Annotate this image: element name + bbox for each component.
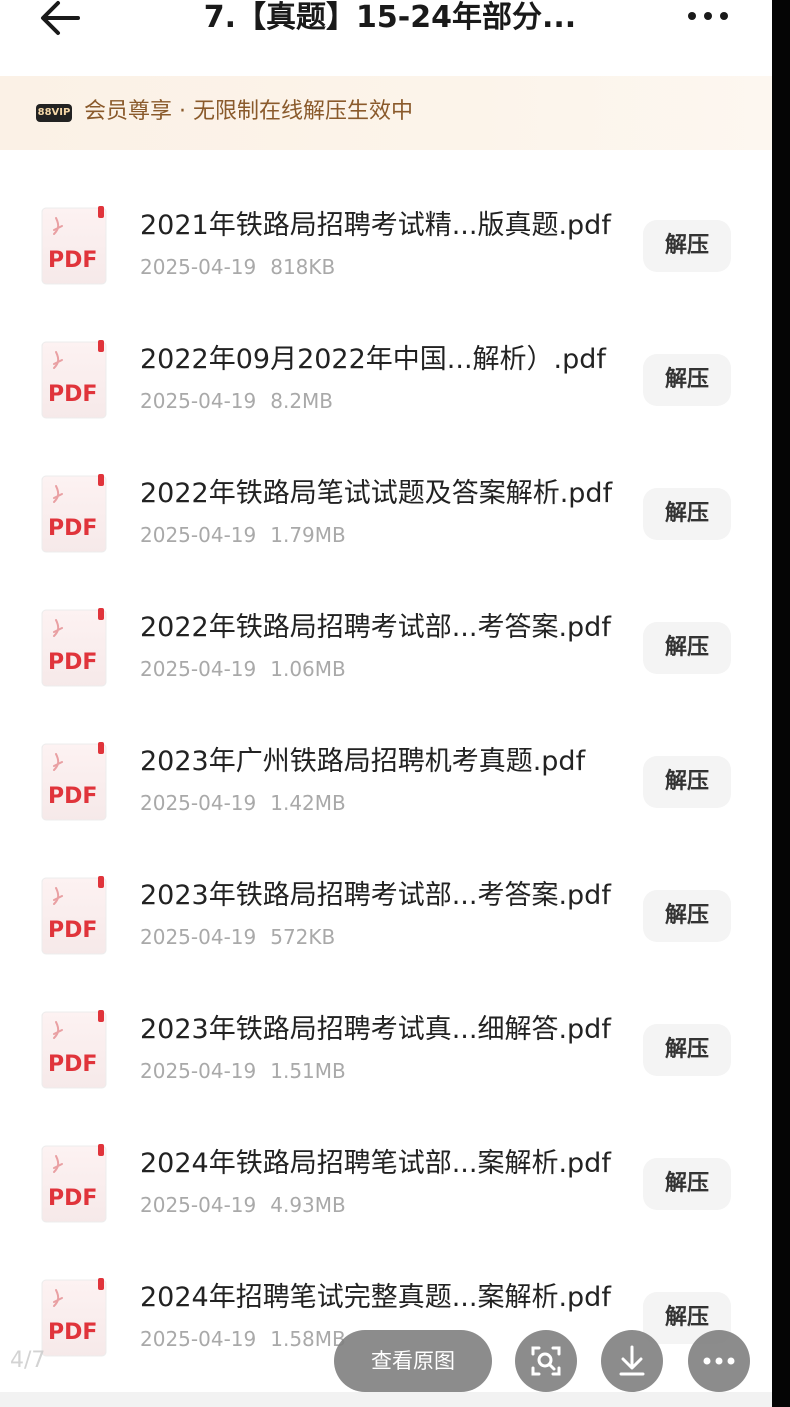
file-name: 2023年铁路局招聘考试真...细解答.pdf (140, 1014, 611, 1045)
file-name: 2022年铁路局招聘考试部...考答案.pdf (140, 612, 611, 643)
file-meta: 2025-04-19 1.58MB (140, 1324, 346, 1354)
file-date: 2025-04-19 (140, 1193, 257, 1217)
file-meta: 2025-04-19 572KB (140, 922, 335, 952)
top-bar: 7.【真题】15-24年部分... (0, 0, 772, 72)
more-button[interactable] (684, 4, 732, 28)
vip-banner: 88VIP 会员尊享 · 无限制在线解压生效中 (0, 76, 772, 150)
scan-button[interactable] (515, 1330, 577, 1392)
file-date: 2025-04-19 (140, 255, 257, 279)
vip-badge: 88VIP (36, 104, 72, 122)
file-size: 1.06MB (270, 657, 346, 681)
file-meta: 2025-04-19 1.06MB (140, 654, 346, 684)
file-list: PDF 2021年铁路局招聘考试精...版真题.pdf 2025-04-19 81… (0, 166, 772, 1372)
app-screen: 7.【真题】15-24年部分... 88VIP 会员尊享 · 无限制在线解压生效… (0, 0, 772, 1407)
unzip-button[interactable]: 解压 (643, 1158, 731, 1210)
pdf-file-icon: PDF (40, 1142, 110, 1224)
file-name: 2021年铁路局招聘考试精...版真题.pdf (140, 210, 611, 241)
pdf-file-icon: PDF (40, 204, 110, 286)
file-size: 1.58MB (270, 1327, 346, 1351)
pdf-label: PDF (48, 1320, 98, 1345)
unzip-button[interactable]: 解压 (643, 220, 731, 272)
pdf-file-icon: PDF (40, 1276, 110, 1358)
file-meta: 2025-04-19 1.42MB (140, 788, 346, 818)
view-original-button[interactable]: 查看原图 (334, 1330, 492, 1392)
page-indicator: 4/7 (10, 1348, 46, 1373)
unzip-button[interactable]: 解压 (643, 622, 731, 674)
file-date: 2025-04-19 (140, 389, 257, 413)
pdf-label: PDF (48, 650, 98, 675)
file-size: 818KB (270, 255, 336, 279)
file-date: 2025-04-19 (140, 925, 257, 949)
file-date: 2025-04-19 (140, 523, 257, 547)
file-name: 2023年铁路局招聘考试部...考答案.pdf (140, 880, 611, 911)
vip-banner-text: 会员尊享 · 无限制在线解压生效中 (84, 99, 413, 124)
file-name: 2022年铁路局笔试试题及答案解析.pdf (140, 478, 613, 509)
scan-search-icon (531, 1346, 561, 1376)
file-date: 2025-04-19 (140, 657, 257, 681)
pdf-label: PDF (48, 382, 98, 407)
pdf-label: PDF (48, 248, 98, 273)
viewer-more-button[interactable] (688, 1330, 750, 1392)
pdf-label: PDF (48, 918, 98, 943)
list-item[interactable]: PDF 2023年铁路局招聘考试真...细解答.pdf 2025-04-19 1.… (0, 970, 772, 1104)
list-item[interactable]: PDF 2022年铁路局招聘考试部...考答案.pdf 2025-04-19 1.… (0, 568, 772, 702)
more-horizontal-icon (703, 1357, 735, 1365)
pdf-label: PDF (48, 1052, 98, 1077)
list-item[interactable]: PDF 2024年铁路局招聘笔试部...案解析.pdf 2025-04-19 4.… (0, 1104, 772, 1238)
file-date: 2025-04-19 (140, 791, 257, 815)
file-meta: 2025-04-19 8.2MB (140, 386, 333, 416)
pdf-file-icon: PDF (40, 606, 110, 688)
list-item[interactable]: PDF 2023年铁路局招聘考试部...考答案.pdf 2025-04-19 57… (0, 836, 772, 970)
file-size: 1.51MB (270, 1059, 346, 1083)
download-icon (619, 1345, 645, 1376)
file-name: 2024年铁路局招聘笔试部...案解析.pdf (140, 1148, 611, 1179)
back-button[interactable] (38, 0, 82, 40)
bottom-bar (0, 1392, 772, 1407)
file-size: 8.2MB (270, 389, 334, 413)
list-item[interactable]: PDF 2022年09月2022年中国...解析）.pdf 2025-04-19… (0, 300, 772, 434)
file-name: 2022年09月2022年中国...解析）.pdf (140, 344, 606, 375)
more-horizontal-icon (688, 12, 728, 20)
file-meta: 2025-04-19 1.79MB (140, 520, 346, 550)
file-size: 4.93MB (270, 1193, 346, 1217)
file-size: 1.42MB (270, 791, 346, 815)
file-name: 2024年招聘笔试完整真题...案解析.pdf (140, 1282, 611, 1313)
page-title: 7.【真题】15-24年部分... (203, 0, 577, 35)
file-date: 2025-04-19 (140, 1327, 257, 1351)
pdf-label: PDF (48, 1186, 98, 1211)
file-meta: 2025-04-19 1.51MB (140, 1056, 346, 1086)
list-item[interactable]: PDF 2023年广州铁路局招聘机考真题.pdf 2025-04-19 1.42M… (0, 702, 772, 836)
file-meta: 2025-04-19 4.93MB (140, 1190, 346, 1220)
pdf-file-icon: PDF (40, 1008, 110, 1090)
pdf-label: PDF (48, 516, 98, 541)
pdf-label: PDF (48, 784, 98, 809)
unzip-button[interactable]: 解压 (643, 756, 731, 808)
unzip-button[interactable]: 解压 (643, 354, 731, 406)
pdf-file-icon: PDF (40, 338, 110, 420)
unzip-button[interactable]: 解压 (643, 890, 731, 942)
list-item[interactable]: PDF 2021年铁路局招聘考试精...版真题.pdf 2025-04-19 81… (0, 166, 772, 300)
right-edge (772, 0, 790, 1407)
pdf-file-icon: PDF (40, 740, 110, 822)
file-size: 572KB (270, 925, 336, 949)
unzip-button[interactable]: 解压 (643, 1024, 731, 1076)
file-meta: 2025-04-19 818KB (140, 252, 335, 282)
arrow-left-icon (41, 1, 80, 35)
unzip-button[interactable]: 解压 (643, 488, 731, 540)
file-name: 2023年广州铁路局招聘机考真题.pdf (140, 746, 586, 777)
download-button[interactable] (601, 1330, 663, 1392)
pdf-file-icon: PDF (40, 874, 110, 956)
file-date: 2025-04-19 (140, 1059, 257, 1083)
pdf-file-icon: PDF (40, 472, 110, 554)
list-item[interactable]: PDF 2022年铁路局笔试试题及答案解析.pdf 2025-04-19 1.79… (0, 434, 772, 568)
file-size: 1.79MB (270, 523, 346, 547)
